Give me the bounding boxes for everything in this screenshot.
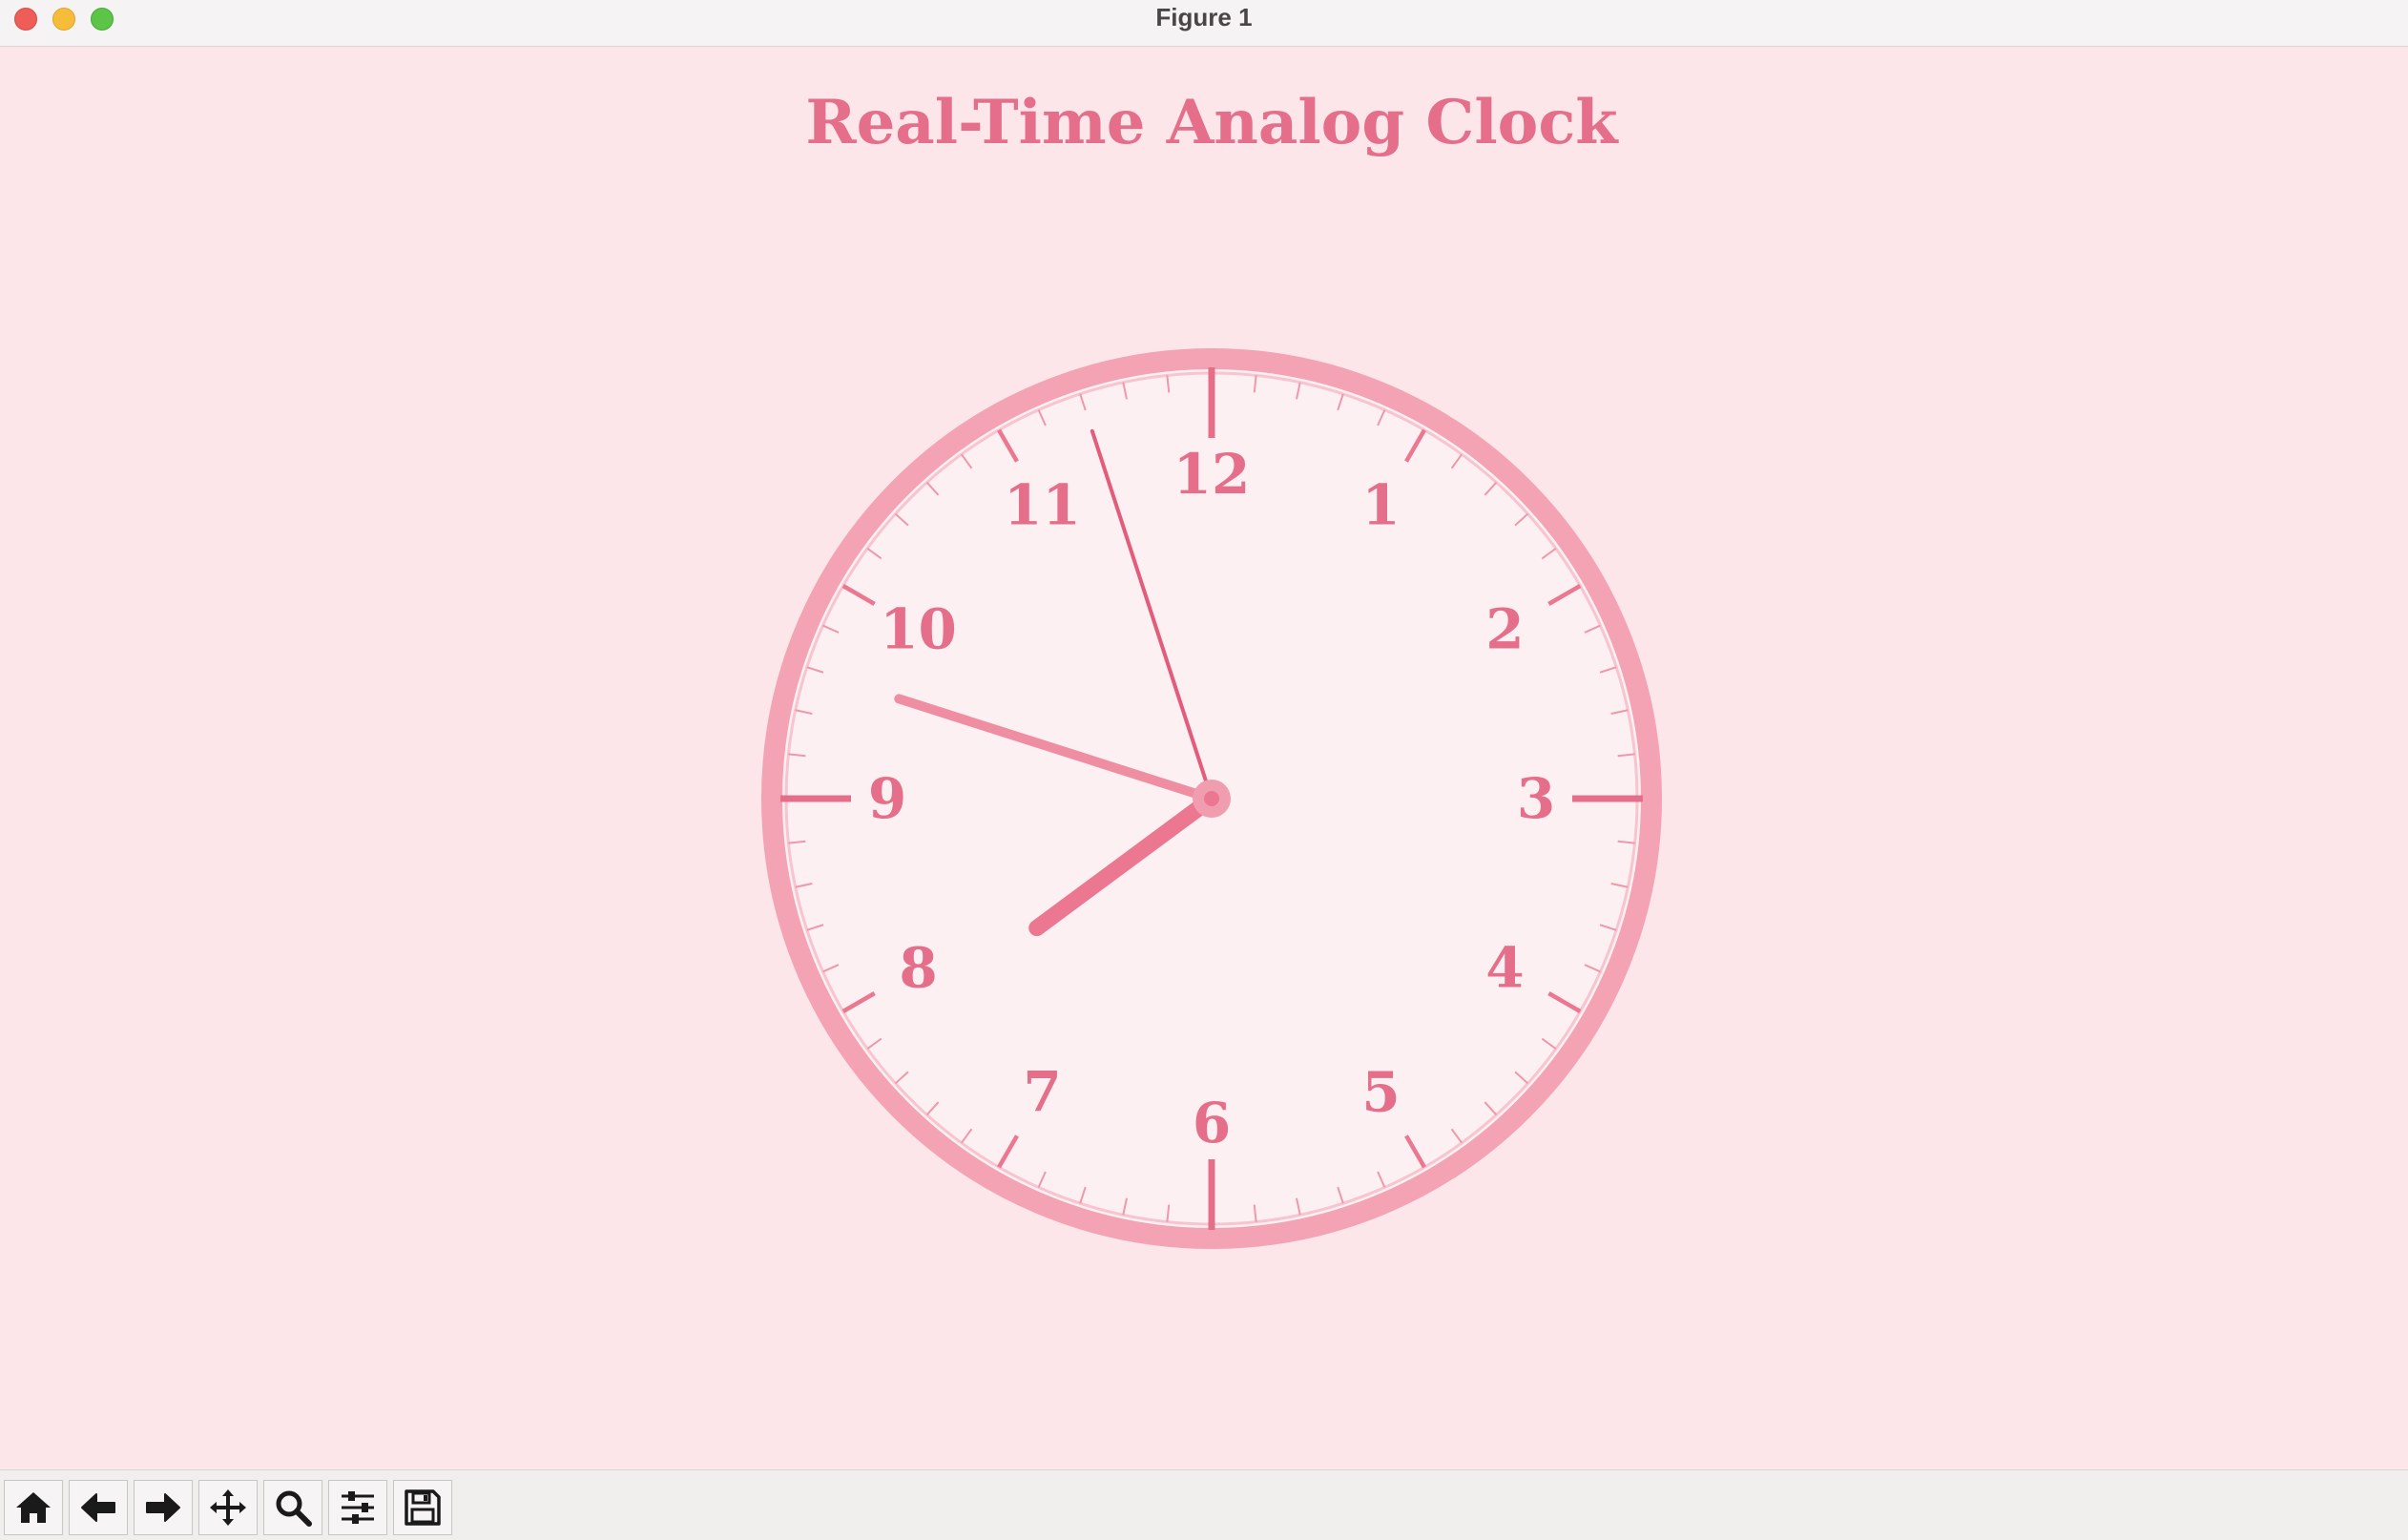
hour-number: 2 <box>1485 597 1524 662</box>
home-icon <box>16 1492 51 1523</box>
center-pin <box>1204 791 1219 806</box>
hour-number: 5 <box>1361 1059 1400 1124</box>
hour-number: 11 <box>1004 473 1081 538</box>
hour-number: 4 <box>1485 936 1524 1001</box>
clock-svg: Real-Time Analog Clock 12 1234567891011 <box>761 87 1662 1249</box>
window-title: Figure 1 <box>1155 3 1253 31</box>
hour-number: 10 <box>880 597 957 662</box>
save-button[interactable] <box>393 1480 452 1535</box>
back-arrow-icon <box>81 1493 115 1522</box>
back-button[interactable] <box>69 1480 128 1535</box>
configure-subplots-button[interactable] <box>328 1480 387 1535</box>
hour-number: 9 <box>868 766 906 831</box>
analog-clock: 12 1234567891011 <box>761 348 1662 1249</box>
zoom-button[interactable] <box>263 1480 322 1535</box>
hour-number: 1 <box>1361 473 1400 538</box>
zoom-icon <box>276 1490 312 1527</box>
hour-number: 6 <box>1193 1091 1231 1155</box>
figure-window: Figure 1 Real-Time Analog Clock 12 1 2 3 4 5 6… <box>0 0 2408 1540</box>
hour-number: 12 <box>1173 442 1251 507</box>
pan-button[interactable] <box>198 1480 258 1535</box>
figure-canvas[interactable]: Real-Time Analog Clock 12 1 2 3 4 5 6 7 8 9 10 11 <box>0 47 2408 1469</box>
figure-title: Real-Time Analog Clock <box>805 87 1619 158</box>
hour-number: 3 <box>1517 766 1555 831</box>
hour-number: 7 <box>1023 1059 1061 1124</box>
pan-icon <box>210 1489 246 1526</box>
navigation-toolbar <box>0 1469 2408 1540</box>
save-icon <box>405 1489 441 1526</box>
title-bar: Figure 1 <box>0 0 2408 47</box>
home-button[interactable] <box>4 1480 63 1535</box>
forward-button[interactable] <box>134 1480 193 1535</box>
configure-subplots-icon <box>342 1491 374 1524</box>
hour-number: 8 <box>899 936 937 1001</box>
forward-arrow-icon <box>146 1493 180 1522</box>
